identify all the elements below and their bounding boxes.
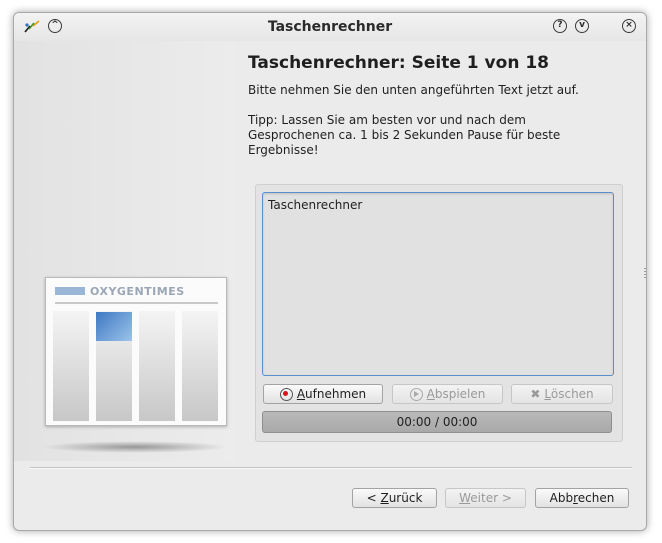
back-button[interactable]: < Zurück — [352, 488, 437, 508]
wizard-window: ^ Taschenrechner ? v × OXYGENTIMES Tasch… — [13, 12, 647, 531]
illustration-column — [182, 311, 218, 421]
footer-separator — [30, 467, 632, 468]
illustration-brand: OXYGENTIMES — [90, 285, 185, 298]
page-title: Taschenrechner: Seite 1 von 18 — [248, 53, 549, 73]
record-button-label: Aufnehmen — [296, 387, 367, 401]
title-bar[interactable]: ^ Taschenrechner ? v × — [14, 13, 646, 41]
play-icon — [409, 387, 423, 401]
delete-button[interactable]: ✖ Löschen — [511, 384, 613, 404]
next-button[interactable]: Weiter > — [445, 488, 526, 508]
record-icon — [279, 387, 293, 401]
illustration-column — [139, 311, 175, 421]
question-circle-icon[interactable]: ? — [553, 19, 567, 33]
resize-grip[interactable] — [644, 268, 646, 280]
prompt-text: Taschenrechner — [268, 198, 363, 212]
delete-button-label: Löschen — [544, 387, 594, 401]
illustration-rule — [55, 302, 218, 304]
intro-text: Bitte nehmen Sie den unten angeführten T… — [248, 83, 579, 97]
next-button-label: Weiter > — [459, 491, 512, 505]
playback-progress: 00:00 / 00:00 — [262, 411, 612, 433]
cancel-button-label: Abbrechen — [549, 491, 615, 505]
illustration-photo — [96, 312, 132, 341]
cancel-button[interactable]: Abbrechen — [535, 488, 629, 508]
play-button[interactable]: Abspielen — [392, 384, 503, 404]
prompt-text-box[interactable]: Taschenrechner — [262, 192, 614, 376]
illustration-column — [53, 311, 89, 421]
play-button-label: Abspielen — [426, 387, 486, 401]
illustration-stripe — [55, 287, 85, 295]
tip-text: Tipp: Lassen Sie am besten vor und nach … — [248, 113, 561, 157]
window-title: Taschenrechner — [267, 19, 393, 35]
close-circle-icon[interactable]: × — [622, 19, 636, 33]
newspaper-illustration: OXYGENTIMES — [45, 277, 227, 426]
record-button[interactable]: Aufnehmen — [263, 384, 383, 404]
delete-icon: ✖ — [530, 387, 541, 401]
chevron-down-circle-icon[interactable]: v — [575, 19, 589, 33]
illustration-shadow — [42, 441, 228, 453]
back-button-label: < Zurück — [366, 491, 423, 505]
